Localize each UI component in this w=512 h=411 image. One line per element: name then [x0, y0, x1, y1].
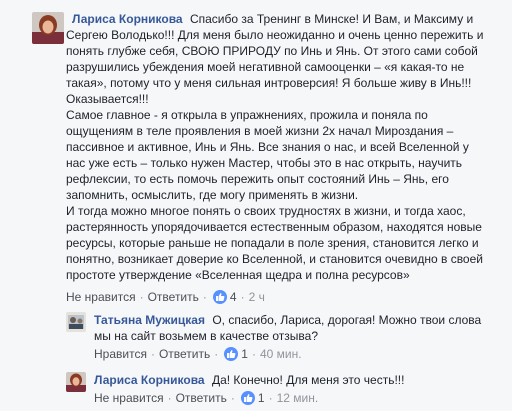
reaction-count[interactable]: 1 — [224, 346, 248, 362]
timestamp[interactable]: 40 мин. — [260, 346, 302, 362]
reply-button[interactable]: Ответить — [176, 390, 227, 406]
comment-text-line: мы на сайт возьмем в качестве отзыва? — [94, 329, 319, 343]
comment-actions: Нравится · Ответить · 1 · 40 мин. — [94, 346, 302, 362]
like-button[interactable]: Нравится — [94, 346, 147, 362]
comment-text-line: И тогда можно многое понять о своих труд… — [66, 204, 466, 218]
separator: · — [268, 391, 273, 405]
like-button[interactable]: Не нравится — [94, 390, 164, 406]
reaction-count-value: 1 — [257, 391, 265, 405]
reply-comment: Лариса Корникова Да! Конечно! Для меня э… — [0, 365, 512, 411]
comment-text-line: растерянность упорядочивается естественн… — [66, 220, 482, 234]
comment-text-line: Спасибо за Тренинг в Минске! И Вам, и Ма… — [189, 12, 474, 26]
comment: Лариса Корникова Спасибо за Тренинг в Ми… — [0, 0, 512, 310]
comment-text-line: понятно, возникает доверие ко Вселенной,… — [66, 252, 483, 266]
reply-comment: Татьяна Мужицкая О, спасибо, Лариса, дор… — [0, 305, 512, 365]
comment-actions: Не нравится · Ответить · 1 · 12 мин. — [94, 390, 318, 406]
separator: · — [167, 391, 172, 405]
comment-text-line: ресурсы, которые раньше не попадали в по… — [66, 236, 479, 250]
reaction-count-value: 4 — [229, 290, 237, 304]
timestamp[interactable]: 12 мин. — [277, 390, 319, 406]
separator: · — [240, 290, 245, 304]
comment-text-line: Да! Конечно! Для меня это честь!!! — [211, 373, 405, 387]
reaction-count[interactable]: 1 — [240, 390, 265, 406]
comment-text-line: пассивное и активное, Инь и Янь. Все зна… — [66, 140, 469, 154]
comment-text-line: Самое главное - я открыла в упражнениях,… — [66, 108, 428, 122]
thumbs-up-icon — [224, 347, 239, 361]
comment-author[interactable]: Татьяна Мужицкая — [94, 313, 205, 327]
comment-author[interactable]: Лариса Корникова — [94, 373, 205, 387]
separator: · — [251, 347, 256, 361]
timestamp[interactable]: 2 ч — [249, 289, 265, 305]
reaction-count-value: 1 — [241, 347, 248, 361]
reply-button[interactable]: Ответить — [148, 289, 199, 305]
reply-button[interactable]: Ответить — [159, 346, 210, 362]
reaction-count[interactable]: 4 — [212, 289, 237, 305]
avatar[interactable] — [66, 312, 86, 332]
comment-actions: Не нравится · Ответить · 4 · 2 ч — [66, 289, 265, 305]
separator: · — [214, 347, 219, 361]
comment-text-line: нас уже есть – только нужен Мастер, чтоб… — [66, 156, 463, 170]
comment-text-line: понять глубже себя, СВОЮ ПРИРОДУ по Инь … — [66, 44, 478, 58]
comment-text-line: Оказывается!!! — [66, 92, 149, 106]
comment-text-line: простоте утверждение «Вселенная щедра и … — [66, 268, 410, 282]
separator: · — [150, 347, 155, 361]
separator: · — [139, 290, 144, 304]
comment-text-line: разрушились убеждения моей негативной са… — [66, 60, 465, 74]
like-button[interactable]: Не нравится — [66, 289, 136, 305]
thumbs-up-icon — [212, 290, 227, 304]
comment-text-line: ощущениям в теле проявления в моей жизни… — [66, 124, 454, 138]
avatar[interactable] — [32, 12, 64, 44]
comment-text-line: рефлексии, то есть помочь пережить опыт … — [66, 172, 449, 186]
comment-text-line: такая», потому что у меня сильная интров… — [66, 76, 472, 90]
separator: · — [202, 290, 207, 304]
comment-author[interactable]: Лариса Корникова — [72, 12, 183, 26]
avatar[interactable] — [66, 372, 86, 392]
comment-text-line: запомнить, осмыслить, где могу применять… — [66, 188, 359, 202]
comment-text-line: О, спасибо, Лариса, дорогая! Можно твои … — [212, 313, 482, 327]
thumbs-up-icon — [240, 391, 255, 405]
separator: · — [230, 391, 235, 405]
comment-text-line: Сергею Володько!!! Для меня было неожида… — [66, 28, 484, 42]
